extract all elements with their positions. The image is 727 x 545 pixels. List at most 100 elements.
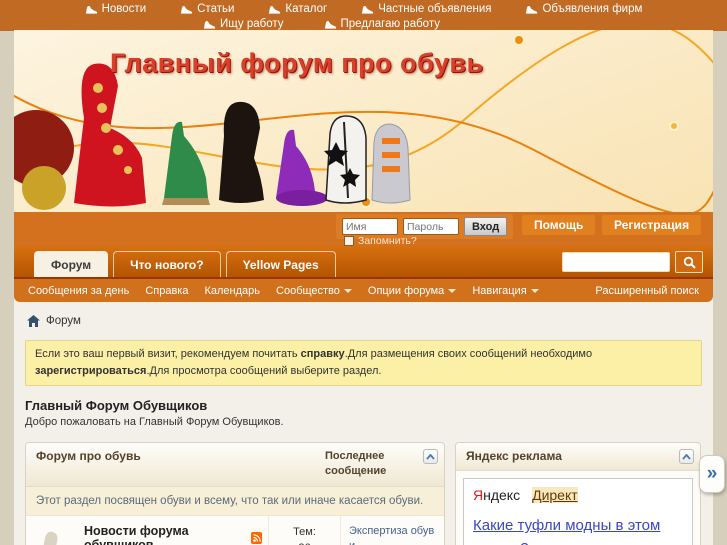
menu-help[interactable]: Справка xyxy=(145,285,188,297)
menu-daily-posts[interactable]: Сообщения за день xyxy=(28,285,129,297)
content-area: Форум Если это ваш первый визит, рекомен… xyxy=(14,302,713,545)
collapse-ad-button[interactable] xyxy=(679,449,694,465)
ad-panel-title: Яндекс реклама xyxy=(466,449,562,464)
yandex-rest: ндекс xyxy=(483,487,521,504)
shoes-collage xyxy=(14,63,411,210)
gold-sphere xyxy=(22,166,66,210)
last-post-title-link[interactable]: Экспертиза обув и xyxy=(349,524,438,545)
tab-strip: Форум Что нового? Yellow Pages xyxy=(14,246,713,279)
welcome-title: Главный Форум Обувщиков xyxy=(25,398,208,414)
chevron-down-icon xyxy=(343,288,352,293)
register-link[interactable]: зарегистрироваться xyxy=(35,365,146,377)
chevron-up-icon xyxy=(682,453,691,460)
advanced-search-label: Расширенный поиск xyxy=(595,284,699,297)
category-description: Этот раздел посвящен обуви и всему, что … xyxy=(26,486,444,516)
menu-forum-options-label: Опции форума xyxy=(367,284,445,297)
forum-category-panel: Форум про обувь Последнее сообщение Этот… xyxy=(25,442,445,545)
search-button[interactable] xyxy=(675,251,703,273)
shoe-icon xyxy=(181,5,193,14)
tab-forum[interactable]: Форум xyxy=(34,251,109,277)
first-visit-notice: Если это ваш первый визит, рекомендуем п… xyxy=(25,340,702,387)
nav-seek-job[interactable]: Ищу работу xyxy=(203,18,284,30)
notice-text-3: .Для просмотра сообщений выберите раздел… xyxy=(146,365,382,378)
ad-panel-header: Яндекс реклама xyxy=(456,443,700,472)
login-band: Вход Помощь Регистрация Запомнить? xyxy=(14,212,713,247)
nav-catalog[interactable]: Каталог xyxy=(268,3,327,15)
menu-help-label: Справка xyxy=(145,284,189,297)
yandex-direct-link[interactable]: Директ xyxy=(532,487,578,504)
collapse-category-button[interactable] xyxy=(423,449,438,465)
topics-label: Тем: xyxy=(293,525,316,538)
menu-calendar[interactable]: Календарь xyxy=(204,285,260,297)
tab-whats-new[interactable]: Что нового? xyxy=(113,251,221,277)
ad-headline-link[interactable]: Какие туфли модны в этом сезоне? xyxy=(473,515,683,545)
forum-row: Новости форума обувщиков Обсуждение обув… xyxy=(26,515,444,545)
search-input[interactable] xyxy=(562,252,670,272)
login-button[interactable]: Вход xyxy=(464,217,508,236)
password-input[interactable] xyxy=(403,218,459,235)
forum-stats-cell: Тем: 26 Сообщений: 400 xyxy=(268,515,340,545)
search-box xyxy=(562,251,703,273)
yandex-ad-panel: Яндекс реклама Яндекс Директ Какие туфли… xyxy=(455,442,701,545)
username-input[interactable] xyxy=(342,218,398,235)
page-container: Главный форум про обувь Вход Помощь Реги… xyxy=(14,30,713,545)
shoe-icon xyxy=(324,20,336,29)
menu-navigation-label: Навигация xyxy=(472,284,527,297)
menu-forum-options[interactable]: Опции форума xyxy=(367,284,457,297)
remember-checkbox[interactable] xyxy=(344,236,354,246)
rss-icon[interactable] xyxy=(251,531,262,544)
nav-private-ads-label: Частные объявления xyxy=(378,3,492,15)
top-nav-bar: Новости Статьи Каталог Частные объявлени… xyxy=(0,0,727,31)
banner-title: Главный форум про обувь xyxy=(110,48,484,78)
main-columns: Форум про обувь Последнее сообщение Этот… xyxy=(25,442,702,545)
forum-title-link[interactable]: Новости форума обувщиков xyxy=(84,524,246,545)
top-nav-row-1: Новости Статьи Каталог Частные объявлени… xyxy=(0,2,727,16)
nav-seek-job-label: Ищу работу xyxy=(220,18,284,30)
sidebar-expander-button[interactable]: » xyxy=(699,455,725,493)
nav-offer-job[interactable]: Предлагаю работу xyxy=(324,18,440,30)
yandex-logo[interactable]: Яндекс xyxy=(473,487,520,503)
green-pump xyxy=(164,121,208,201)
shoe-icon xyxy=(85,5,97,14)
breadcrumb-home-link[interactable]: Форум xyxy=(46,315,81,327)
double-chevron-right-icon: » xyxy=(706,463,718,484)
menu-daily-posts-label: Сообщения за день xyxy=(28,284,130,297)
chevron-down-icon xyxy=(530,288,539,293)
nav-private-ads[interactable]: Частные объявления xyxy=(361,3,491,15)
nav-news[interactable]: Новости xyxy=(85,3,147,15)
yandex-direct-ad: Яндекс Директ Какие туфли модны в этом с… xyxy=(463,478,693,545)
forum-main-cell: Новости форума обувщиков Обсуждение обув… xyxy=(84,516,268,545)
shoe-icon xyxy=(526,5,538,14)
home-icon[interactable] xyxy=(27,315,40,327)
shoe-icon xyxy=(203,20,216,29)
nav-articles[interactable]: Статьи xyxy=(180,3,234,15)
forum-category-header: Форум про обувь Последнее сообщение xyxy=(26,443,444,487)
black-boot xyxy=(219,101,264,203)
nav-news-label: Новости xyxy=(101,3,147,15)
last-post-column-header: Последнее сообщение xyxy=(325,450,387,478)
nav-company-ads[interactable]: Объявления фирм xyxy=(525,3,642,15)
breadcrumb: Форум xyxy=(25,315,702,327)
menu-community[interactable]: Сообщество xyxy=(276,285,352,297)
help-button[interactable]: Помощь xyxy=(522,215,596,235)
notice-text-1: Если это ваш первый визит, рекомендуем п… xyxy=(35,348,301,360)
register-button[interactable]: Регистрация xyxy=(602,215,702,235)
tab-yellow-pages[interactable]: Yellow Pages xyxy=(225,251,336,277)
silver-boot xyxy=(371,123,411,204)
topics-count: 26 xyxy=(269,540,340,545)
menu-navigation[interactable]: Навигация xyxy=(472,284,539,297)
nav-offer-job-label: Предлагаю работу xyxy=(340,18,440,30)
menu-calendar-label: Календарь xyxy=(204,284,261,297)
shoe-icon xyxy=(362,5,374,14)
menu-bar: Сообщения за день Справка Календарь Сооб… xyxy=(14,279,713,302)
last-post-cell: Экспертиза обув и от snowlady 16.03.2011… xyxy=(340,515,444,545)
site-banner: Главный форум про обувь xyxy=(14,30,713,212)
advanced-search-link[interactable]: Расширенный поиск xyxy=(595,285,699,297)
yandex-logo-line: Яндекс Директ xyxy=(473,487,683,504)
chevron-down-icon xyxy=(448,288,457,293)
nav-catalog-label: Каталог xyxy=(285,3,328,15)
nav-company-ads-label: Объявления фирм xyxy=(542,3,643,15)
top-nav-row-2: Ищу работу Предлагаю работу xyxy=(0,17,685,31)
help-link[interactable]: справку xyxy=(301,348,345,360)
category-title-link[interactable]: Форум про обувь xyxy=(36,449,141,463)
